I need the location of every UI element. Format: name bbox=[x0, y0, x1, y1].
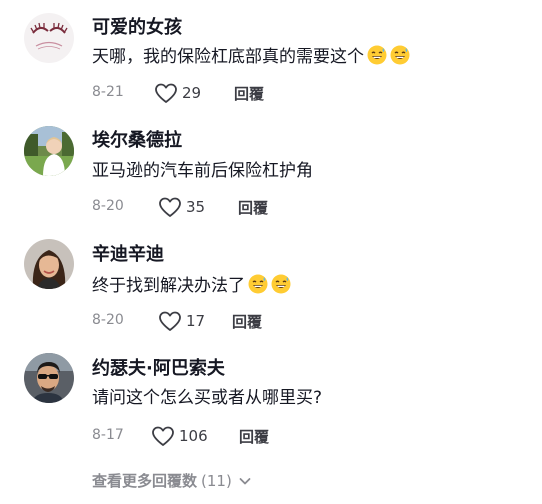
comment-username[interactable]: 约瑟夫·阿巴索夫 bbox=[92, 358, 225, 380]
like-count: 106 bbox=[179, 427, 208, 445]
like-count: 17 bbox=[186, 312, 206, 330]
comment-meta: 8-21 29 回覆 bbox=[92, 81, 352, 105]
reply-button[interactable]: 回覆 bbox=[234, 83, 264, 104]
like-count: 29 bbox=[182, 84, 202, 102]
comment-username[interactable]: 可爱的女孩 bbox=[92, 17, 182, 39]
heart-icon bbox=[158, 196, 182, 218]
comment-meta: 8-20 35 回覆 bbox=[92, 195, 352, 219]
comment-text-body: 请问这个怎么买或者从哪里买? bbox=[92, 388, 323, 408]
comment-text: 天哪，我的保险杠底部真的需要这个 bbox=[92, 45, 410, 68]
like-count: 35 bbox=[186, 198, 206, 216]
view-more-count: (11) bbox=[201, 472, 232, 490]
comment-text-body: 亚马逊的汽车前后保险杠护角 bbox=[92, 161, 313, 181]
comment-text-body: 终于找到解决办法了 bbox=[92, 276, 245, 296]
comment-text: 亚马逊的汽车前后保险杠护角 bbox=[92, 160, 313, 182]
grinning-sweat-emoji-icon bbox=[248, 274, 268, 294]
grinning-sweat-emoji-icon bbox=[390, 45, 410, 65]
eyelash-logo-icon bbox=[24, 13, 74, 63]
user-photo-icon bbox=[24, 353, 74, 403]
view-more-label: 查看更多回覆数 bbox=[92, 472, 198, 490]
heart-icon bbox=[158, 310, 182, 332]
comment-date: 8-20 bbox=[92, 198, 124, 214]
comment-username[interactable]: 辛迪辛迪 bbox=[92, 244, 164, 266]
heart-icon bbox=[154, 82, 178, 104]
comment-date: 8-21 bbox=[92, 84, 124, 100]
comment-text-body: 天哪，我的保险杠底部真的需要这个 bbox=[92, 47, 364, 67]
comment-meta: 8-17 106 回覆 bbox=[92, 424, 352, 448]
grinning-sweat-emoji-icon bbox=[367, 45, 387, 65]
comment-text: 终于找到解决办法了 bbox=[92, 274, 291, 297]
reply-button[interactable]: 回覆 bbox=[239, 426, 269, 447]
comment-meta: 8-20 17 回覆 bbox=[92, 309, 352, 333]
avatar[interactable] bbox=[24, 239, 74, 289]
comment-text: 请问这个怎么买或者从哪里买? bbox=[92, 387, 322, 409]
comment-date: 8-20 bbox=[92, 312, 124, 328]
comment-username[interactable]: 埃尔桑德拉 bbox=[92, 130, 182, 152]
view-more-replies-button[interactable]: 查看更多回覆数 (11) bbox=[92, 470, 252, 492]
reply-button[interactable]: 回覆 bbox=[232, 311, 262, 332]
heart-icon bbox=[151, 425, 175, 447]
user-photo-icon bbox=[24, 126, 74, 176]
grinning-sweat-emoji-icon bbox=[271, 274, 291, 294]
comment-date: 8-17 bbox=[92, 427, 124, 443]
avatar[interactable] bbox=[24, 126, 74, 176]
avatar[interactable] bbox=[24, 353, 74, 403]
reply-button[interactable]: 回覆 bbox=[238, 197, 268, 218]
chevron-down-icon bbox=[238, 474, 252, 488]
avatar[interactable] bbox=[24, 13, 74, 63]
user-photo-icon bbox=[24, 239, 74, 289]
